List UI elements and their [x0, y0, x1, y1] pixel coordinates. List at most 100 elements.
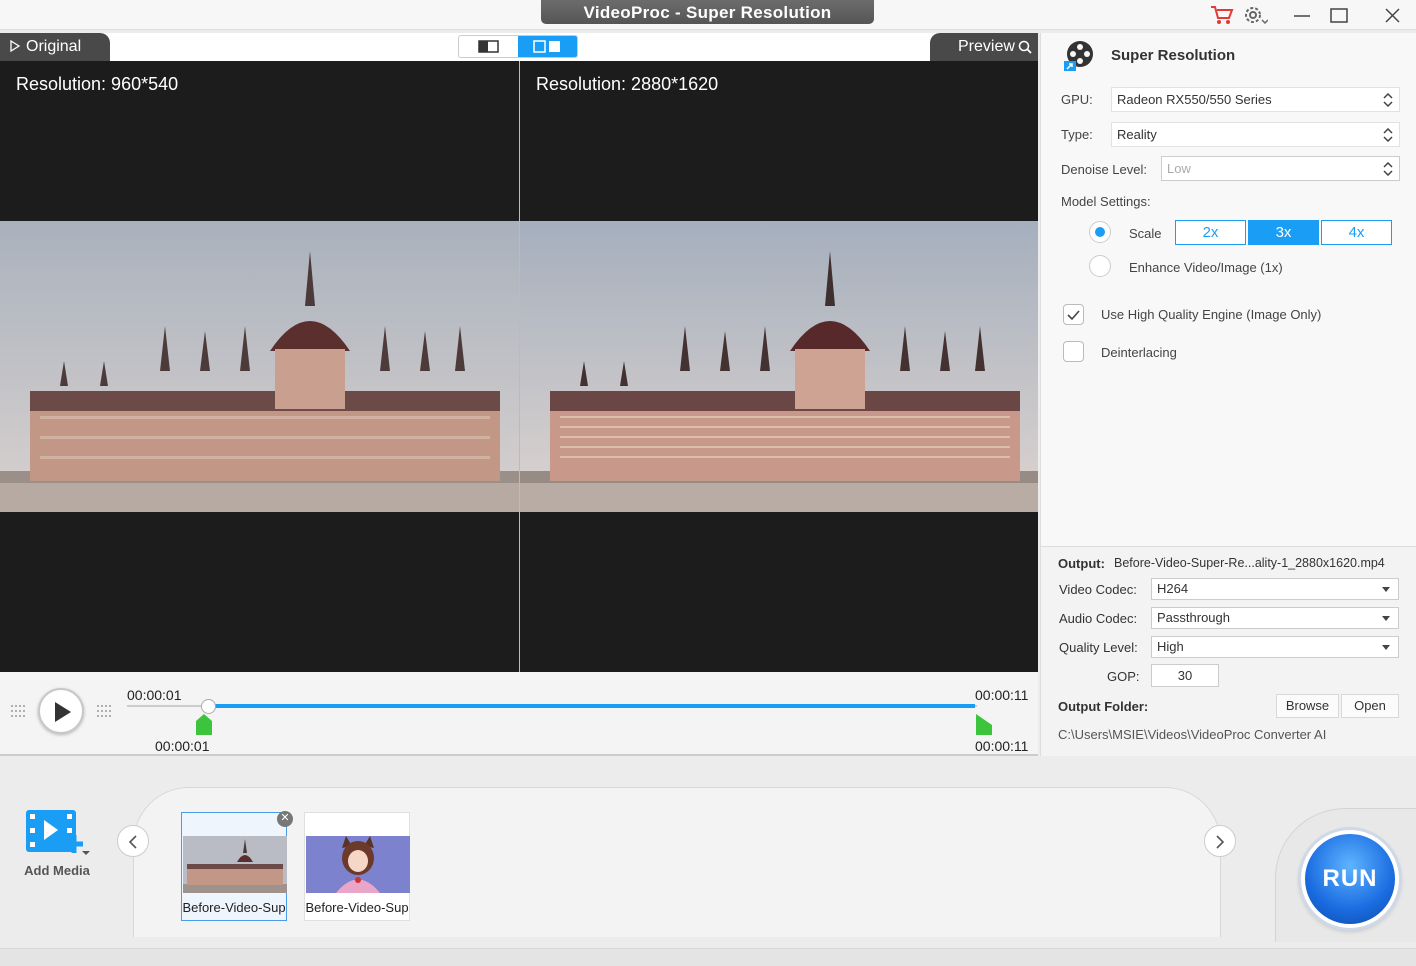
video-codec-label: Video Codec:	[1059, 582, 1137, 597]
preview-resolution: Resolution: 2880*1620	[536, 74, 719, 94]
tab-original[interactable]: Original	[0, 33, 110, 61]
preview-video-pane: Resolution: 2880*1620	[520, 61, 1038, 672]
video-codec-value: H264	[1157, 581, 1189, 596]
media-bar: Add Media Before-Video-Sup ✕ Before-Vide…	[0, 756, 1416, 966]
single-view-button[interactable]	[459, 36, 518, 57]
panel-title: Super Resolution	[1111, 47, 1236, 64]
status-bar	[0, 948, 1416, 966]
original-resolution: Resolution: 960*540	[16, 74, 179, 94]
minimize-button[interactable]	[1289, 2, 1315, 28]
timeline-track[interactable]	[127, 704, 977, 708]
maximize-button[interactable]	[1326, 2, 1352, 28]
film-reel-icon	[1064, 41, 1093, 71]
enhance-label: Enhance Video/Image (1x)	[1129, 260, 1283, 275]
trim-end-time: 00:00:11	[975, 738, 1029, 754]
tab-preview-label: Preview	[958, 38, 1015, 55]
media-item-name: Before-Video-Sup	[182, 900, 286, 915]
deinterlacing-label: Deinterlacing	[1101, 345, 1177, 360]
video-codec-select[interactable]: H264	[1151, 578, 1399, 600]
type-label: Type:	[1061, 127, 1093, 142]
super-resolution-settings: Super Resolution GPU: Radeon RX550/550 S…	[1040, 33, 1416, 546]
timeline-selection	[209, 704, 975, 708]
tab-original-label: Original	[26, 38, 82, 55]
output-folder-path: C:\Users\MSIE\Videos\VideoProc Converter…	[1058, 727, 1327, 742]
play-icon	[55, 702, 71, 722]
denoise-value: Low	[1167, 161, 1191, 176]
view-mode-toggle	[458, 35, 578, 58]
add-media-button[interactable]: Add Media	[22, 808, 94, 878]
remove-media-button[interactable]: ✕	[277, 811, 293, 827]
gear-icon[interactable]	[1242, 4, 1269, 26]
trim-start-handle[interactable]	[195, 713, 213, 735]
output-settings: Output: Before-Video-Super-Re...ality-1_…	[1040, 546, 1416, 756]
original-video-pane: Resolution: 960*540	[0, 61, 519, 672]
dropdown-arrow-icon	[1382, 616, 1390, 621]
current-time: 00:00:01	[127, 687, 182, 703]
frame-back-icon[interactable]	[10, 703, 26, 719]
gpu-label: GPU:	[1061, 92, 1093, 107]
quality-level-label: Quality Level:	[1059, 640, 1138, 655]
quality-level-select[interactable]: High	[1151, 636, 1399, 658]
high-quality-checkbox[interactable]	[1063, 304, 1084, 325]
gpu-select[interactable]: Radeon RX550/550 Series	[1111, 87, 1400, 112]
enhance-radio[interactable]	[1089, 255, 1111, 277]
gop-input[interactable]: 30	[1151, 664, 1219, 687]
scale-radio[interactable]	[1089, 221, 1111, 243]
playback-bar: 00:00:01 00:00:11 00:00:01 00:00:11	[0, 672, 1038, 756]
updown-icon	[1383, 93, 1393, 107]
denoise-select[interactable]: Low	[1161, 156, 1400, 181]
videoproc-window: VideoProc - Super Resolution Original Pr…	[0, 0, 1416, 966]
cart-icon[interactable]	[1209, 4, 1235, 26]
playhead-handle[interactable]	[201, 699, 216, 714]
output-label: Output:	[1058, 556, 1105, 571]
tab-preview[interactable]: Preview	[930, 33, 1038, 61]
scroll-left-button[interactable]	[117, 825, 149, 857]
frame-forward-icon[interactable]	[96, 703, 112, 719]
high-quality-label: Use High Quality Engine (Image Only)	[1101, 307, 1322, 322]
run-button[interactable]: RUN	[1301, 830, 1399, 928]
deinterlacing-checkbox[interactable]	[1063, 341, 1084, 362]
media-item-name: Before-Video-Sup	[305, 900, 409, 915]
quality-level-value: High	[1157, 639, 1184, 654]
output-filename: Before-Video-Super-Re...ality-1_2880x162…	[1114, 556, 1385, 570]
dropdown-arrow-icon	[1382, 587, 1390, 592]
type-value: Reality	[1117, 127, 1157, 142]
scale-4x-button[interactable]: 4x	[1321, 220, 1392, 245]
window-title: VideoProc - Super Resolution	[541, 0, 874, 24]
browse-button[interactable]: Browse	[1276, 694, 1339, 718]
anime-thumbnail	[306, 836, 410, 893]
scale-2x-button[interactable]: 2x	[1175, 220, 1246, 245]
play-outline-icon	[10, 39, 21, 53]
audio-codec-value: Passthrough	[1157, 610, 1230, 625]
checkmark-icon	[1067, 310, 1080, 321]
split-view-button[interactable]	[518, 36, 577, 57]
model-settings-label: Model Settings:	[1061, 194, 1151, 209]
media-strip	[133, 787, 1221, 937]
play-button[interactable]	[38, 688, 84, 734]
media-item[interactable]: Before-Video-Sup ✕	[181, 811, 293, 921]
dropdown-arrow-icon	[1382, 645, 1390, 650]
parliament-thumbnail	[183, 836, 287, 893]
single-view-icon	[478, 40, 499, 53]
split-view-icon	[533, 40, 560, 53]
media-item[interactable]: Before-Video-Sup	[304, 812, 410, 921]
scroll-right-button[interactable]	[1204, 825, 1236, 857]
chevron-right-icon	[1216, 835, 1225, 849]
output-folder-label: Output Folder:	[1058, 699, 1149, 714]
updown-icon	[1383, 128, 1393, 142]
scale-label: Scale	[1129, 226, 1162, 241]
audio-codec-select[interactable]: Passthrough	[1151, 607, 1399, 629]
scale-3x-button[interactable]: 3x	[1248, 220, 1319, 245]
add-media-label: Add Media	[24, 863, 90, 878]
trim-end-handle[interactable]	[975, 713, 993, 735]
gpu-value: Radeon RX550/550 Series	[1117, 92, 1272, 107]
updown-icon	[1383, 162, 1393, 176]
audio-codec-label: Audio Codec:	[1059, 611, 1138, 626]
parliament-image-original	[0, 221, 519, 512]
trim-start-time: 00:00:01	[155, 738, 210, 754]
type-select[interactable]: Reality	[1111, 122, 1400, 147]
open-folder-button[interactable]: Open	[1341, 694, 1399, 718]
search-icon	[1018, 40, 1032, 54]
chevron-left-icon	[128, 835, 137, 849]
close-button[interactable]	[1380, 2, 1406, 28]
